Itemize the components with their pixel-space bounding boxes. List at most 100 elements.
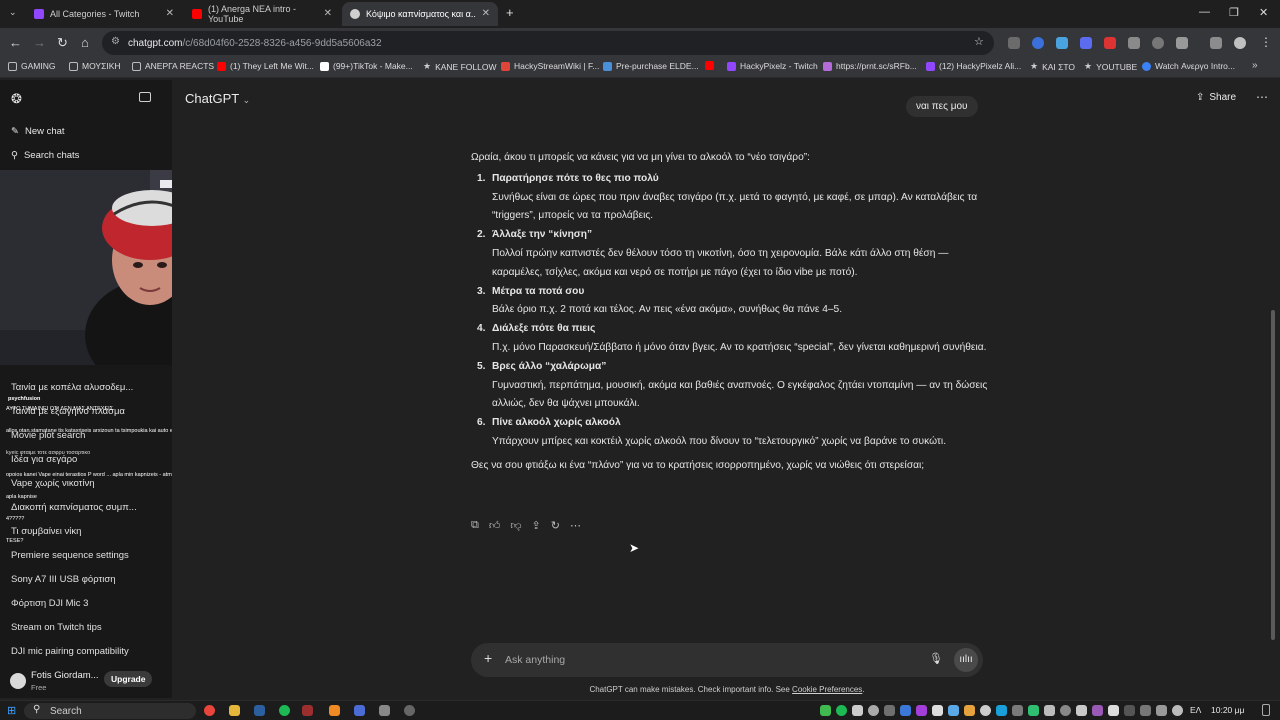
tray-icon[interactable]: [932, 705, 943, 716]
scrollbar[interactable]: [1271, 310, 1275, 640]
more-options-icon[interactable]: ⋯: [1256, 90, 1268, 104]
copy-icon[interactable]: ⧉: [471, 519, 479, 532]
speaker-icon[interactable]: [1156, 705, 1167, 716]
reload-icon[interactable]: ↻: [57, 35, 68, 51]
tray-icon[interactable]: [820, 705, 831, 716]
tray-icon[interactable]: [1028, 705, 1039, 716]
obs-icon[interactable]: [404, 705, 415, 716]
vlc-icon[interactable]: [329, 705, 340, 716]
notifications-icon[interactable]: [1262, 704, 1270, 716]
network-icon[interactable]: [1140, 705, 1151, 716]
tray-icon[interactable]: [948, 705, 959, 716]
tray-icon[interactable]: [900, 705, 911, 716]
bookmark-link[interactable]: ★ KANE FOLLOW: [423, 61, 496, 72]
chat-item[interactable]: Ταινία με κοπέλα αλυσοδεμ...: [11, 382, 133, 393]
tray-icon[interactable]: [996, 705, 1007, 716]
chat-item[interactable]: Sony A7 III USB φόρτιση: [11, 574, 115, 585]
file-explorer-icon[interactable]: [229, 705, 240, 716]
site-info-icon[interactable]: ⚙: [111, 36, 120, 47]
tray-icon[interactable]: [964, 705, 975, 716]
forward-icon[interactable]: →: [33, 35, 46, 50]
plus-icon[interactable]: +: [484, 650, 492, 666]
minimize-icon[interactable]: —: [1199, 6, 1210, 18]
tray-icon[interactable]: [852, 705, 863, 716]
tray-icon[interactable]: [1108, 705, 1119, 716]
profile-avatar[interactable]: [1234, 37, 1246, 49]
battery-icon[interactable]: [1172, 705, 1183, 716]
extension-icon[interactable]: [1008, 37, 1020, 49]
bookmark-star-icon[interactable]: ☆: [974, 35, 984, 48]
chat-item[interactable]: Φόρτιση DJI Mic 3: [11, 598, 88, 609]
tray-icon[interactable]: [1092, 705, 1103, 716]
upgrade-button[interactable]: Upgrade: [104, 671, 153, 687]
bookmark-link[interactable]: ★ ΚΑΙ ΣΤΟ: [1030, 61, 1075, 72]
bookmark-link[interactable]: ★ YOUTUBE: [1084, 61, 1137, 72]
back-icon[interactable]: ←: [9, 35, 22, 50]
avatar[interactable]: [10, 673, 26, 689]
puzzle-icon[interactable]: [1176, 37, 1188, 49]
tray-icon[interactable]: [1012, 705, 1023, 716]
menu-kebab-icon[interactable]: ⋮: [1260, 35, 1272, 49]
chat-item[interactable]: DJI mic pairing compatibility: [11, 646, 129, 657]
app-icon[interactable]: [354, 705, 365, 716]
bookmark-link[interactable]: https://prnt.sc/sRFb...: [823, 61, 917, 71]
tray-icon[interactable]: [868, 705, 879, 716]
chat-item[interactable]: Stream on Twitch tips: [11, 622, 102, 633]
close-icon[interactable]: ✕: [166, 8, 174, 19]
chrome-icon[interactable]: [204, 705, 215, 716]
prompt-input[interactable]: [505, 651, 905, 669]
thumbs-up-icon[interactable]: 👍︎: [489, 519, 501, 532]
window-close-icon[interactable]: ✕: [1259, 6, 1268, 19]
extension-icon[interactable]: [1152, 37, 1164, 49]
language-indicator[interactable]: ΕΛ: [1190, 705, 1201, 715]
tray-icon[interactable]: [1060, 705, 1071, 716]
tab-youtube[interactable]: (1) Anerga NEA intro - YouTube ✕: [184, 2, 340, 26]
bookmark-link[interactable]: (1) They Left Me Wit...: [217, 61, 314, 71]
taskbar-search[interactable]: ⚲ Search: [24, 703, 196, 719]
bookmark-link[interactable]: Pre-purchase ELDE...: [603, 61, 699, 71]
search-chats-button[interactable]: ⚲ Search chats: [11, 150, 79, 161]
clock[interactable]: 10:20 μμ: [1211, 705, 1244, 715]
close-sidebar-icon[interactable]: [139, 92, 151, 102]
new-chat-button[interactable]: ✎ New chat: [11, 126, 65, 137]
extension-icon[interactable]: [1104, 37, 1116, 49]
extension-icon[interactable]: [1080, 37, 1092, 49]
chat-item[interactable]: Premiere sequence settings: [11, 550, 129, 561]
bookmark-folder[interactable]: ΜΟΥΣΙΚΗ: [69, 61, 121, 71]
chat-item[interactable]: Διακοπή καπνίσματος συμπ...: [11, 502, 137, 513]
bookmark-link[interactable]: HackyPixelz - Twitch: [727, 61, 818, 71]
cookie-preferences-link[interactable]: Cookie Preferences: [792, 685, 862, 694]
close-icon[interactable]: ✕: [324, 8, 332, 19]
tab-chatgpt[interactable]: Κόψιμο καπνίσματος και α... ✕: [342, 2, 498, 26]
bookmark-folder[interactable]: GAMING: [8, 61, 55, 71]
app-icon[interactable]: [302, 705, 313, 716]
restore-icon[interactable]: ❐: [1229, 6, 1239, 19]
extension-icon[interactable]: [1032, 37, 1044, 49]
extension-icon[interactable]: [1128, 37, 1140, 49]
thumbs-down-icon[interactable]: 👎︎: [510, 519, 521, 532]
new-tab-icon[interactable]: +: [506, 5, 514, 20]
tray-icon[interactable]: [1076, 705, 1087, 716]
close-icon[interactable]: ✕: [482, 8, 490, 19]
bookmark-link[interactable]: [705, 61, 718, 70]
model-selector[interactable]: ChatGPT ⌄: [185, 91, 250, 106]
more-bookmarks-icon[interactable]: »: [1252, 60, 1258, 71]
more-icon[interactable]: ⋯: [570, 519, 581, 532]
bookmark-link[interactable]: (12) HackyPixelz Ali...: [926, 61, 1021, 71]
tray-icon[interactable]: [884, 705, 895, 716]
microphone-icon[interactable]: 🎙︎: [929, 652, 943, 665]
tab-twitch[interactable]: All Categories - Twitch ✕: [26, 2, 182, 26]
chat-item[interactable]: Vape χωρίς νικοτίνη: [11, 478, 95, 489]
chat-item[interactable]: Τι συμβαίνει νίκη: [11, 526, 81, 537]
extension-icon[interactable]: [1056, 37, 1068, 49]
bookmark-folder[interactable]: ΑΝΕΡΓΑ REACTS: [132, 61, 214, 71]
regenerate-icon[interactable]: ↻: [551, 519, 560, 532]
tab-search-icon[interactable]: ⌄: [9, 7, 17, 18]
spotify-icon[interactable]: [279, 705, 290, 716]
tray-icon[interactable]: [836, 705, 847, 716]
share-icon[interactable]: ⇪: [532, 519, 541, 532]
bookmark-link[interactable]: (99+)TikTok - Make...: [320, 61, 413, 71]
share-button[interactable]: ⇪ Share: [1196, 92, 1236, 103]
bookmark-link[interactable]: Watch Ανεργο Intro...: [1142, 61, 1235, 71]
tray-icon[interactable]: [916, 705, 927, 716]
